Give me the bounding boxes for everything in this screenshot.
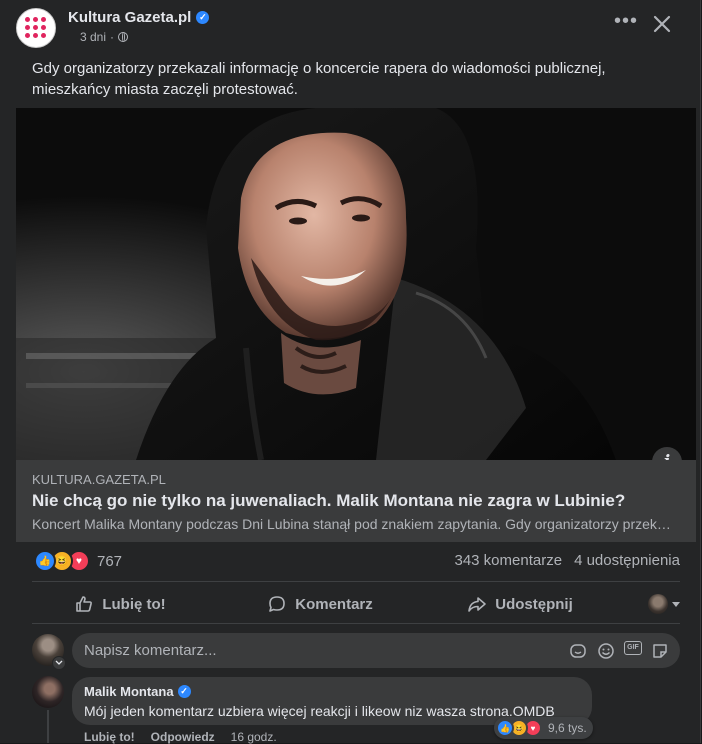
post-text: Gdy organizatorzy przekazali informację …: [32, 60, 606, 98]
verified-icon: ✓: [196, 11, 210, 24]
chevron-down-icon: [672, 601, 680, 607]
comment-author-avatar[interactable]: [32, 676, 64, 708]
comment-input-box[interactable]: GIF: [72, 633, 680, 668]
post-meta: 3 dni ·: [80, 30, 129, 44]
input-icons: GIF: [568, 640, 680, 661]
link-title: Nie chcą go nie tylko na juwenaliach. Ma…: [32, 491, 626, 510]
reactions-summary[interactable]: 👍 😆 ♥ 767: [34, 550, 123, 572]
shares-count[interactable]: 4 udostępnienia: [574, 552, 680, 569]
like-reaction-icon: 👍: [34, 550, 56, 572]
more-icon[interactable]: •••: [614, 11, 638, 34]
comment-like-button[interactable]: Lubię to!: [84, 730, 135, 744]
divider: [32, 581, 680, 582]
comment-author-row: Malik Montana ✓: [84, 684, 580, 699]
emoji-icon[interactable]: [596, 641, 616, 661]
thread-line: [47, 710, 49, 743]
page-name-row: Kultura Gazeta.pl ✓: [68, 9, 210, 26]
link-domain: KULTURA.GAZETA.PL: [32, 472, 166, 487]
post-image[interactable]: [16, 108, 696, 460]
comment-input[interactable]: [82, 641, 568, 660]
comment-reply-button[interactable]: Odpowiedz: [151, 730, 215, 744]
reaction-count: 767: [97, 552, 123, 570]
comment-button[interactable]: Komentarz: [220, 586, 420, 622]
post-time[interactable]: 3 dni: [80, 30, 106, 44]
stats-right: 343 komentarze 4 udostępnienia: [454, 552, 680, 569]
comment-time[interactable]: 16 godz.: [231, 730, 277, 744]
comment-icon: [269, 596, 286, 612]
comment-author[interactable]: Malik Montana: [84, 684, 174, 699]
meta-separator: ·: [110, 30, 115, 44]
page-name[interactable]: Kultura Gazeta.pl: [68, 9, 191, 26]
sticker-icon[interactable]: [650, 641, 670, 661]
post-as-selector[interactable]: [620, 586, 680, 622]
like-button[interactable]: Lubię to!: [20, 586, 220, 622]
share-button[interactable]: Udostępnij: [420, 586, 620, 622]
avatar-sticker-icon[interactable]: [568, 641, 588, 661]
share-label: Udostępnij: [495, 595, 573, 613]
like-reaction-icon: 👍: [496, 719, 514, 737]
close-icon[interactable]: [650, 12, 674, 36]
like-icon: [76, 596, 93, 612]
comment-label: Komentarz: [295, 595, 373, 613]
comment-reaction-count: 9,6 tys.: [548, 721, 587, 735]
gazeta-logo-icon: [25, 17, 47, 39]
link-preview[interactable]: KULTURA.GAZETA.PL Nie chcą go nie tylko …: [16, 460, 696, 542]
photo-malik-montana: [16, 108, 696, 460]
comments-count[interactable]: 343 komentarze: [454, 552, 562, 569]
gif-icon[interactable]: GIF: [624, 640, 642, 655]
action-bar: Lubię to! Komentarz Udostępnij: [20, 586, 680, 622]
divider: [32, 623, 680, 624]
globe-icon: [118, 32, 129, 42]
chevron-down-icon[interactable]: [52, 656, 66, 670]
comment-reactions[interactable]: 👍 😆 ♥ 9,6 tys.: [494, 717, 593, 739]
like-label: Lubię to!: [102, 595, 166, 613]
share-icon: [468, 597, 487, 612]
avatar: [648, 594, 668, 614]
page-avatar[interactable]: [16, 8, 56, 48]
verified-icon: ✓: [177, 685, 191, 698]
comment-actions: Lubię to! Odpowiedz 16 godz.: [84, 730, 277, 744]
post-dialog: Kultura Gazeta.pl ✓ 3 dni · ••• Gdy orga…: [0, 0, 701, 744]
link-description: Koncert Malika Montany podczas Dni Lubin…: [32, 516, 677, 532]
